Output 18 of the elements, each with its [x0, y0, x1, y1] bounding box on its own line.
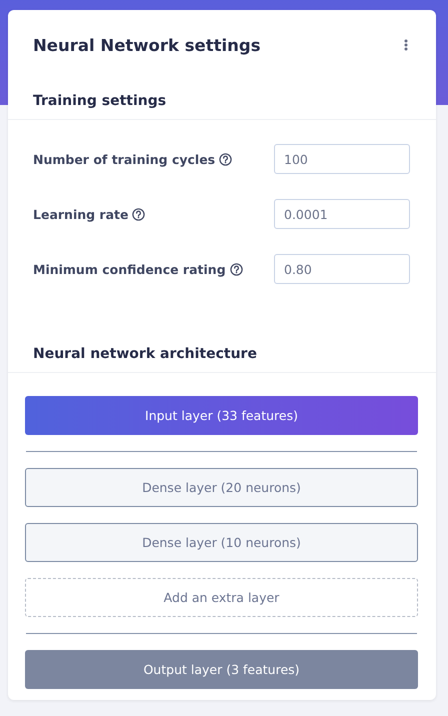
section-heading: Neural network architecture: [8, 346, 436, 373]
section-heading: Training settings: [8, 93, 436, 120]
card-title: Neural Network settings: [33, 36, 261, 54]
help-icon[interactable]: [230, 262, 243, 276]
help-icon[interactable]: [219, 152, 232, 166]
field-label: Learning rate: [33, 206, 128, 222]
input-field[interactable]: 100: [274, 144, 410, 174]
layer-button[interactable]: Input layer (33 features): [25, 396, 418, 435]
layer-button[interactable]: Output layer (3 features): [25, 650, 418, 689]
layer-button[interactable]: Dense layer (10 neurons): [25, 523, 418, 562]
layer-button[interactable]: Dense layer (20 neurons): [25, 468, 418, 507]
field-label: Number of training cycles: [33, 152, 216, 166]
add-layer-button[interactable]: Add an extra layer: [25, 578, 418, 617]
field-label: Minimum confidence rating: [33, 262, 226, 276]
input-field[interactable]: 0.80: [274, 254, 410, 284]
help-icon[interactable]: [132, 208, 146, 220]
more-icon: [404, 39, 408, 51]
input-field[interactable]: 0.0001: [274, 199, 410, 229]
